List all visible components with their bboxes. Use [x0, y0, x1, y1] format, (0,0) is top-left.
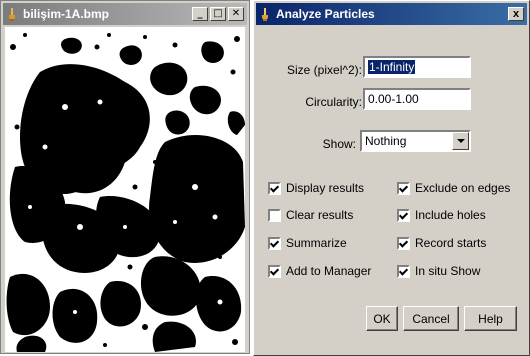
help-button[interactable]: Help — [464, 306, 517, 331]
checkbox-add-to-manager[interactable]: Add to Manager — [268, 264, 371, 278]
circularity-field[interactable]: 0.00-1.00 — [363, 88, 471, 110]
maximize-button[interactable]: □ — [210, 7, 226, 21]
checkbox-label: Clear results — [286, 208, 354, 222]
show-label: Show: — [322, 137, 356, 151]
checkbox-box[interactable] — [268, 181, 281, 195]
chevron-down-icon[interactable] — [452, 132, 469, 150]
checkbox-record-starts[interactable]: Record starts — [397, 236, 486, 250]
analyze-particles-dialog: Analyze Particles x Size (pixel^2): 1-In… — [253, 0, 530, 356]
checkbox-label: In situ Show — [415, 264, 481, 278]
image-window: bilişim-1A.bmp _ □ ✕ — [0, 0, 250, 354]
dialog-title: Analyze Particles — [276, 7, 375, 21]
checkbox-box[interactable] — [397, 181, 410, 195]
dialog-close-button[interactable]: x — [508, 7, 524, 21]
image-window-titlebar[interactable]: bilişim-1A.bmp _ □ ✕ — [3, 3, 247, 25]
circularity-value: 0.00-1.00 — [368, 92, 419, 106]
checkbox-include-holes[interactable]: Include holes — [397, 208, 486, 222]
size-value: 1-Infinity — [368, 60, 416, 74]
imagej-icon — [7, 7, 17, 21]
binary-image-canvas[interactable] — [5, 27, 245, 352]
checkbox-summarize[interactable]: Summarize — [268, 236, 347, 250]
checkbox-box[interactable] — [268, 264, 281, 278]
minimize-button[interactable]: _ — [192, 7, 208, 21]
checkbox-box[interactable] — [397, 208, 410, 222]
size-label: Size (pixel^2): — [287, 63, 362, 77]
checkbox-label: Record starts — [415, 236, 487, 250]
cancel-button[interactable]: Cancel — [403, 306, 459, 331]
checkbox-label: Display results — [286, 181, 365, 195]
checkbox-clear-results[interactable]: Clear results — [268, 208, 353, 222]
size-field[interactable]: 1-Infinity — [363, 56, 471, 78]
checkbox-box[interactable] — [397, 236, 410, 250]
image-window-title: bilişim-1A.bmp — [23, 7, 110, 21]
checkbox-in-situ-show[interactable]: In situ Show — [397, 264, 480, 278]
binary-particle-image — [5, 27, 245, 352]
checkbox-exclude-on-edges[interactable]: Exclude on edges — [397, 181, 510, 195]
checkbox-display-results[interactable]: Display results — [268, 181, 364, 195]
checkbox-label: Add to Manager — [286, 264, 372, 278]
checkbox-box[interactable] — [397, 264, 410, 278]
checkbox-label: Include holes — [415, 208, 486, 222]
close-window-button[interactable]: ✕ — [228, 7, 244, 21]
checkbox-box[interactable] — [268, 236, 281, 250]
ok-button[interactable]: OK — [366, 306, 398, 331]
checkbox-label: Exclude on edges — [415, 181, 511, 195]
checkbox-box[interactable] — [268, 208, 281, 222]
checkbox-label: Summarize — [286, 236, 347, 250]
show-selected-value: Nothing — [365, 134, 407, 148]
circularity-label: Circularity: — [305, 95, 362, 109]
imagej-icon — [260, 7, 270, 21]
dialog-titlebar[interactable]: Analyze Particles x — [256, 3, 527, 25]
show-select[interactable]: Nothing — [360, 130, 471, 152]
